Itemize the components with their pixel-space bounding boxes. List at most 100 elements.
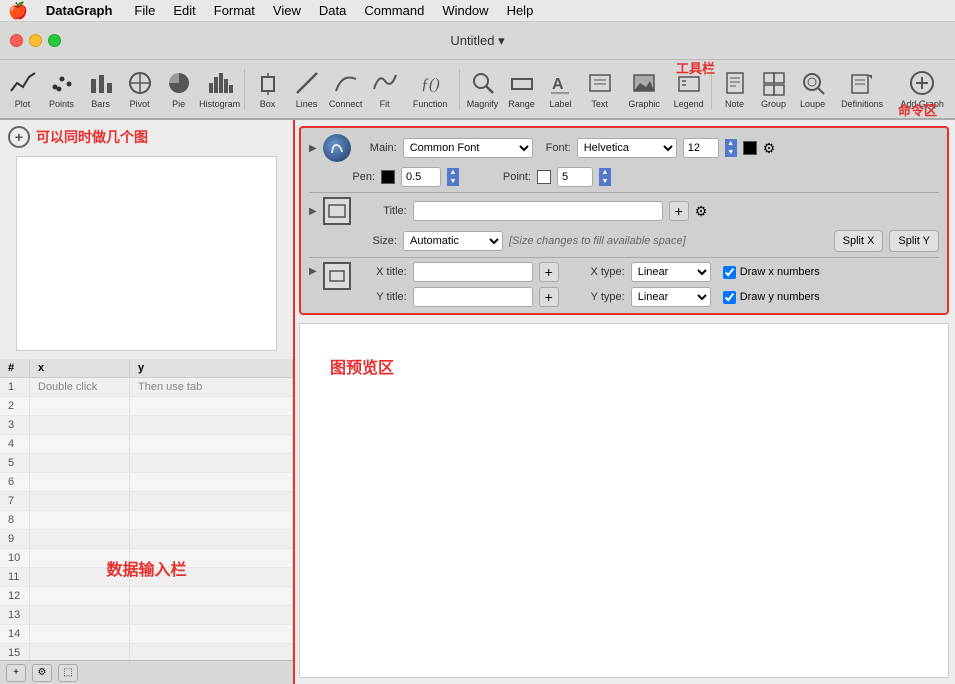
table-row[interactable]: 7 bbox=[0, 492, 293, 511]
cell-x bbox=[30, 435, 130, 453]
x-title-add-button[interactable]: + bbox=[539, 262, 559, 282]
toolbar-pivot[interactable]: Pivot bbox=[121, 63, 158, 115]
toolbar-separator-2 bbox=[459, 69, 460, 109]
table-settings-button[interactable]: ⚙ bbox=[32, 664, 52, 682]
menubar-format[interactable]: Format bbox=[206, 1, 263, 20]
point-size-stepper[interactable]: ▲ ▼ bbox=[599, 168, 611, 186]
table-row[interactable]: 5 bbox=[0, 454, 293, 473]
split-y-button[interactable]: Split Y bbox=[889, 230, 939, 252]
font-select[interactable]: Helvetica bbox=[577, 138, 677, 158]
split-x-button[interactable]: Split X bbox=[834, 230, 884, 252]
pen-size-down[interactable]: ▼ bbox=[447, 177, 459, 186]
table-add-row-button[interactable]: + bbox=[6, 664, 26, 682]
apple-menu[interactable]: 🍎 bbox=[8, 1, 28, 21]
toolbar-range[interactable]: Range bbox=[503, 63, 540, 115]
point-size-up[interactable]: ▲ bbox=[599, 168, 611, 177]
font-size-stepper[interactable]: ▲ ▼ bbox=[725, 139, 737, 157]
table-row[interactable]: 12 bbox=[0, 587, 293, 606]
font-size-up[interactable]: ▲ bbox=[725, 139, 737, 148]
toolbar-function[interactable]: ƒ() Function bbox=[405, 63, 455, 115]
menubar-view[interactable]: View bbox=[265, 1, 309, 20]
toolbar-note[interactable]: Note bbox=[716, 63, 753, 115]
close-button[interactable] bbox=[10, 34, 23, 47]
menubar-window[interactable]: Window bbox=[434, 1, 496, 20]
toolbar-bars[interactable]: Bars bbox=[82, 63, 119, 115]
toolbar-lines[interactable]: Lines bbox=[288, 63, 325, 115]
main-expand-button[interactable]: ▶ bbox=[309, 143, 317, 154]
table-row[interactable]: 3 bbox=[0, 416, 293, 435]
menubar-help[interactable]: Help bbox=[499, 1, 542, 20]
toolbar-loupe[interactable]: Loupe bbox=[794, 63, 831, 115]
y-title-input[interactable] bbox=[413, 287, 533, 307]
size-row: Size: Automatic [Size changes to fill av… bbox=[309, 230, 939, 252]
cell-y bbox=[130, 435, 293, 453]
size-select[interactable]: Automatic bbox=[403, 231, 503, 251]
table-export-button[interactable]: ⬚ bbox=[58, 664, 78, 682]
table-row[interactable]: 6 bbox=[0, 473, 293, 492]
title-add-button[interactable]: + bbox=[669, 201, 689, 221]
table-row[interactable]: 9 bbox=[0, 530, 293, 549]
table-row[interactable]: 13 bbox=[0, 606, 293, 625]
left-panel: + 可以同时做几个图 # x y 1 Double click Then use… bbox=[0, 120, 295, 684]
cell-num: 8 bbox=[0, 511, 30, 529]
table-row[interactable]: 15 bbox=[0, 644, 293, 660]
draw-y-checkbox[interactable] bbox=[723, 291, 736, 304]
pen-size-up[interactable]: ▲ bbox=[447, 168, 459, 177]
minimize-button[interactable] bbox=[29, 34, 42, 47]
table-row[interactable]: 4 bbox=[0, 435, 293, 454]
x-type-select[interactable]: Linear bbox=[631, 262, 711, 282]
graph-thumbnail[interactable] bbox=[16, 156, 277, 351]
main-gear-button[interactable]: ⚙ bbox=[763, 140, 776, 157]
toolbar-definitions[interactable]: Definitions bbox=[833, 63, 891, 115]
toolbar-label[interactable]: A Label bbox=[542, 63, 579, 115]
toolbar-connect[interactable]: Connect bbox=[327, 63, 364, 115]
pen-size-stepper[interactable]: ▲ ▼ bbox=[447, 168, 459, 186]
data-table-header: # x y bbox=[0, 359, 293, 378]
cell-y bbox=[130, 644, 293, 660]
table-row[interactable]: 14 bbox=[0, 625, 293, 644]
cell-x bbox=[30, 511, 130, 529]
toolbar-magnify[interactable]: Magnify bbox=[464, 63, 501, 115]
toolbar-text[interactable]: Text bbox=[581, 63, 618, 115]
point-size-down[interactable]: ▼ bbox=[599, 177, 611, 186]
toolbar-legend[interactable]: Legend bbox=[670, 63, 707, 115]
menubar-datagraph[interactable]: DataGraph bbox=[38, 1, 120, 20]
toolbar-fit[interactable]: Fit bbox=[366, 63, 403, 115]
toolbar-group[interactable]: Group bbox=[755, 63, 792, 115]
draw-x-checkbox[interactable] bbox=[723, 266, 736, 279]
toolbar-pie[interactable]: Pie bbox=[160, 63, 197, 115]
menubar-edit[interactable]: Edit bbox=[165, 1, 203, 20]
axes-expand-button[interactable]: ▶ bbox=[309, 266, 317, 277]
toolbar-box[interactable]: Box bbox=[249, 63, 286, 115]
toolbar-points[interactable]: Points bbox=[43, 63, 80, 115]
title-input[interactable] bbox=[413, 201, 663, 221]
font-color-swatch[interactable] bbox=[743, 141, 757, 155]
table-row[interactable]: 2 bbox=[0, 397, 293, 416]
menubar-data[interactable]: Data bbox=[311, 1, 354, 20]
point-color-swatch[interactable] bbox=[537, 170, 551, 184]
menubar-command[interactable]: Command bbox=[356, 1, 432, 20]
command-main-row: ▶ Main: Common Font Font: Helvetica ▲ ▼ bbox=[309, 134, 939, 162]
toolbar-plot[interactable]: Plot bbox=[4, 63, 41, 115]
point-size-input[interactable] bbox=[557, 167, 593, 187]
pen-color-swatch[interactable] bbox=[381, 170, 395, 184]
font-label: Font: bbox=[539, 142, 571, 154]
table-row[interactable]: 1 Double click Then use tab bbox=[0, 378, 293, 397]
font-size-input[interactable] bbox=[683, 138, 719, 158]
pen-size-input[interactable] bbox=[401, 167, 441, 187]
add-graph-small-button[interactable]: + bbox=[8, 126, 30, 148]
x-title-input[interactable] bbox=[413, 262, 533, 282]
main-font-dropdown[interactable]: Common Font bbox=[403, 138, 533, 158]
menubar-file[interactable]: File bbox=[126, 1, 163, 20]
toolbar-histogram[interactable]: Histogram bbox=[199, 63, 240, 115]
y-title-add-button[interactable]: + bbox=[539, 287, 559, 307]
toolbar-graphic[interactable]: Graphic bbox=[620, 63, 668, 115]
cell-x bbox=[30, 416, 130, 434]
title-gear-button[interactable]: ⚙ bbox=[695, 203, 708, 220]
table-row[interactable]: 8 bbox=[0, 511, 293, 530]
title-expand-button[interactable]: ▶ bbox=[309, 206, 317, 217]
maximize-button[interactable] bbox=[48, 34, 61, 47]
y-type-select[interactable]: Linear bbox=[631, 287, 711, 307]
font-size-down[interactable]: ▼ bbox=[725, 148, 737, 157]
toolbar-add-graph[interactable]: Add Graph bbox=[893, 63, 951, 115]
